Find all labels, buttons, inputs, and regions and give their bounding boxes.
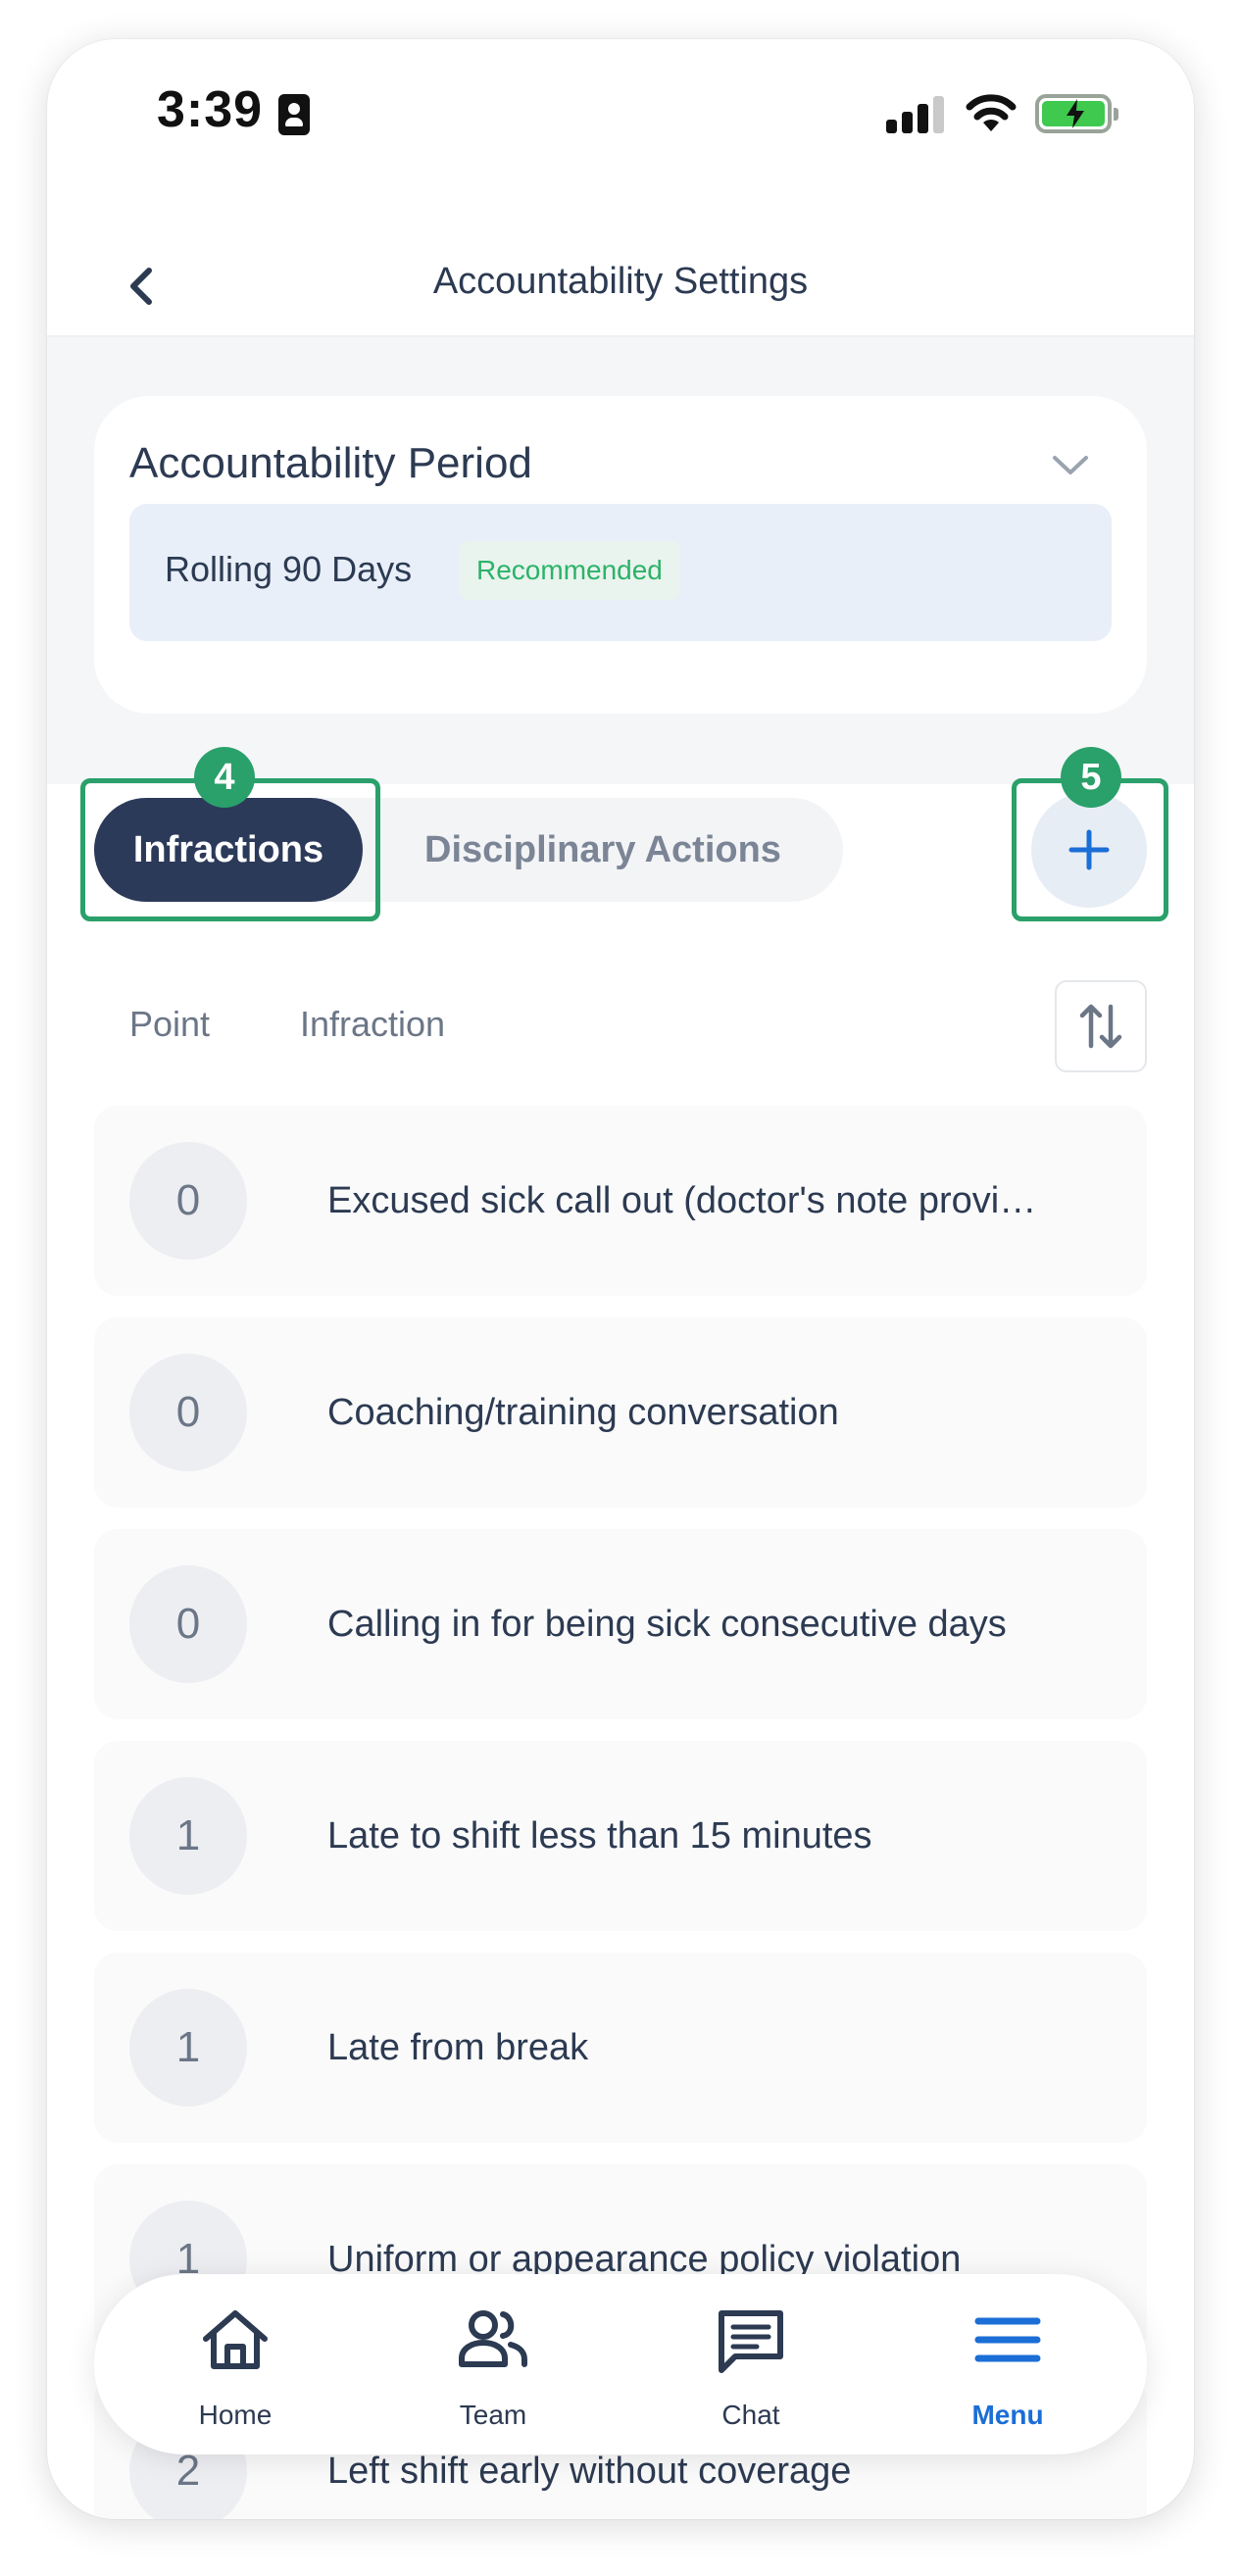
battery-charging-icon [1035, 94, 1118, 133]
status-time: 3:39 [157, 81, 264, 138]
infraction-row[interactable]: 0 Coaching/training conversation [94, 1317, 1147, 1508]
sort-icon [1079, 1004, 1122, 1049]
infraction-row[interactable]: 0 Calling in for being sick consecutive … [94, 1529, 1147, 1719]
callout-number-4: 4 [194, 747, 255, 808]
home-icon [203, 2310, 268, 2369]
sort-button[interactable] [1055, 980, 1147, 1072]
point-badge: 0 [129, 1565, 247, 1683]
signal-icon [886, 96, 945, 133]
team-icon [459, 2310, 527, 2367]
menu-icon [974, 2317, 1041, 2362]
point-badge: 0 [129, 1142, 247, 1260]
infraction-name: Excused sick call out (doctor's note pro… [327, 1180, 1037, 1221]
point-badge: 0 [129, 1354, 247, 1471]
column-header-point: Point [129, 1004, 211, 1044]
page-title: Accountability Settings [432, 261, 809, 302]
infraction-name: Late to shift less than 15 minutes [327, 1815, 872, 1857]
nav-label-chat: Chat [721, 2400, 780, 2430]
nav-label-team: Team [459, 2400, 527, 2430]
phone-screen: 3:39 Accountability Settings Accountabil… [47, 39, 1194, 2519]
period-value: Rolling 90 Days [165, 549, 413, 589]
infraction-name: Calling in for being sick consecutive da… [327, 1604, 1007, 1645]
chevron-down-icon[interactable] [1051, 453, 1090, 478]
callout-number-5: 5 [1061, 747, 1121, 808]
tab-disciplinary-actions[interactable]: Disciplinary Actions [363, 798, 843, 902]
nav-chat[interactable]: Chat [643, 2274, 859, 2454]
infraction-row[interactable]: 0 Excused sick call out (doctor's note p… [94, 1106, 1147, 1296]
nav-home[interactable]: Home [127, 2274, 343, 2454]
infraction-name: Late from break [327, 2027, 589, 2068]
bottom-nav: Home Team Chat Menu [94, 2274, 1147, 2454]
id-card-icon [278, 94, 310, 135]
column-header-infraction: Infraction [300, 1004, 446, 1044]
chat-icon [719, 2310, 783, 2373]
wifi-icon [966, 94, 1017, 131]
nav-menu[interactable]: Menu [900, 2274, 1116, 2454]
point-badge: 1 [129, 1989, 247, 2106]
infraction-name: Coaching/training conversation [327, 1392, 839, 1433]
infraction-row[interactable]: 1 Late to shift less than 15 minutes [94, 1741, 1147, 1931]
accountability-period-label: Accountability Period [129, 439, 532, 487]
nav-team[interactable]: Team [385, 2274, 601, 2454]
nav-label-home: Home [198, 2400, 273, 2430]
infraction-row[interactable]: 1 Late from break [94, 1953, 1147, 2143]
point-badge: 1 [129, 1777, 247, 1895]
recommended-badge: Recommended [459, 541, 680, 600]
nav-label-menu: Menu [971, 2400, 1044, 2430]
